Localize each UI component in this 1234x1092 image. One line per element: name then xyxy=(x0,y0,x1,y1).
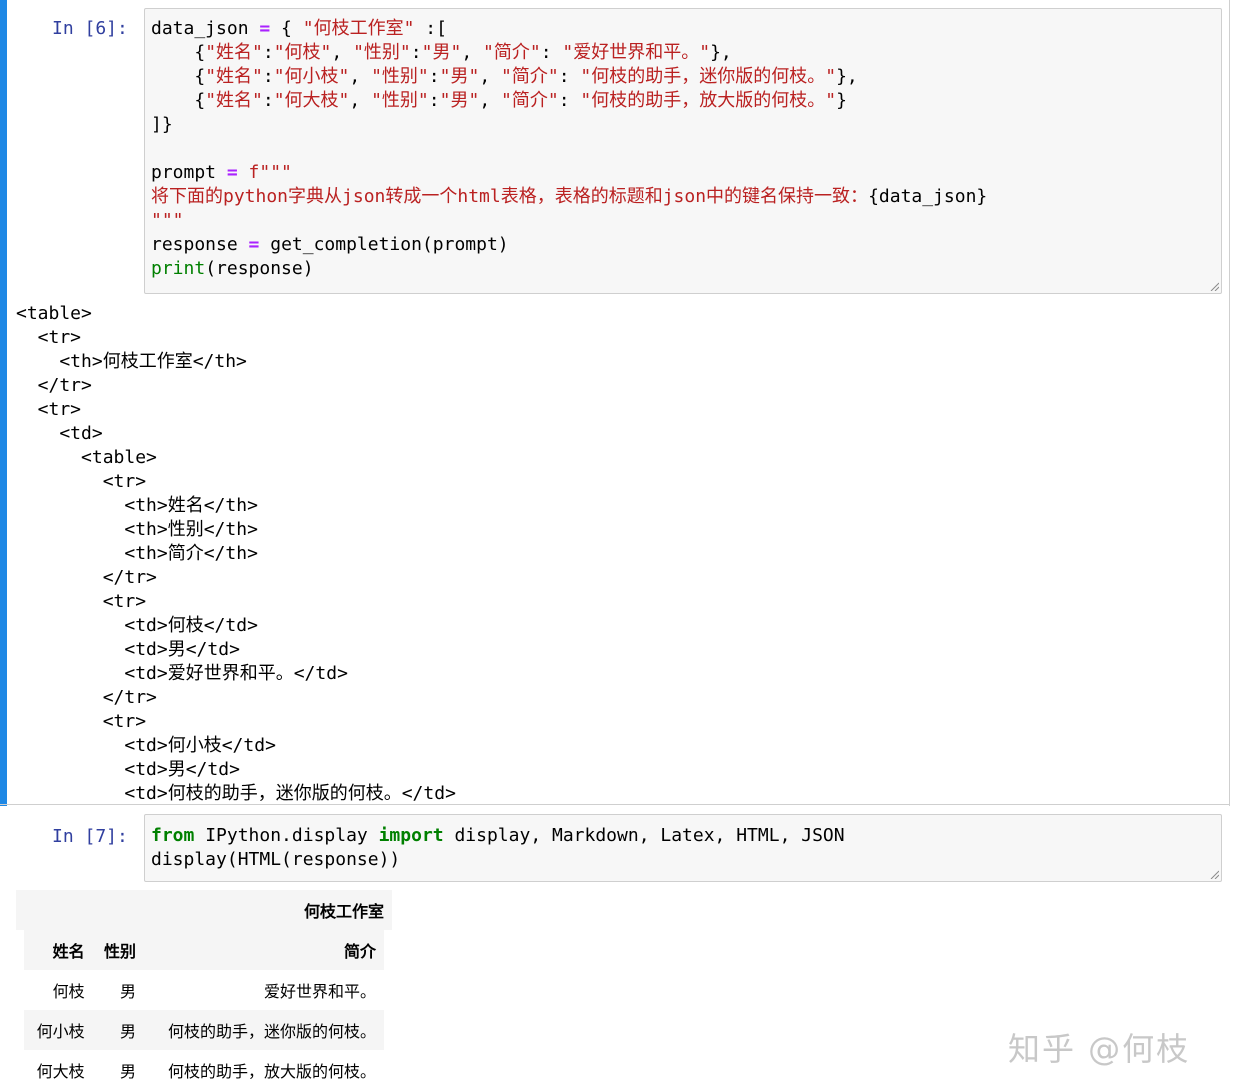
code-line: prompt = f""" xyxy=(151,162,292,183)
table-cell: 男 xyxy=(120,1062,137,1081)
table-cell: 何大枝 xyxy=(36,1062,85,1081)
column-header: 简介 xyxy=(343,942,376,961)
output-line: <tr> xyxy=(16,711,147,732)
zhihu-watermark: 知乎 @何枝 xyxy=(1008,1030,1191,1068)
cell-output: <table> <tr> <th>何枝工作室</th> </tr> <tr> <… xyxy=(16,302,1194,802)
output-line: <td>男</td> xyxy=(16,639,240,660)
output-line: <tr> xyxy=(16,471,147,492)
code-line: {"姓名":"何枝", "性别":"男", "简介": "爱好世界和平。"}, xyxy=(151,42,732,63)
table-row: 何枝 男 爱好世界和平。 xyxy=(24,970,384,1010)
code-line: ]} xyxy=(151,114,173,135)
resize-handle-icon[interactable] xyxy=(1209,281,1219,291)
input-prompt: In [7]: xyxy=(52,826,128,847)
input-prompt: In [6]: xyxy=(52,18,128,39)
table-cell: 男 xyxy=(120,1022,137,1041)
table-cell: 何枝 xyxy=(52,982,85,1001)
output-line: </tr> xyxy=(16,375,92,396)
cell-border-bottom xyxy=(0,804,1230,805)
column-header: 姓名 xyxy=(52,942,85,961)
code-line: """ xyxy=(151,210,184,231)
table-header-row: 姓名 性别 简介 xyxy=(24,930,384,970)
output-line: <th>性别</th> xyxy=(16,519,258,540)
resize-handle-icon[interactable] xyxy=(1209,869,1219,879)
column-header: 性别 xyxy=(104,942,137,961)
code-line: print(response) xyxy=(151,258,314,279)
table-row: 何小枝 男 何枝的助手，迷你版的何枝。 xyxy=(24,1010,384,1050)
table-title-row: 何枝工作室 xyxy=(16,890,392,930)
code-line: 将下面的python字典从json转成一个html表格，表格的标题和json中的… xyxy=(151,186,988,207)
output-line: <table> xyxy=(16,447,157,468)
rendered-html-table: 何枝工作室 姓名 性别 简介 何枝 男 爱好世界和平。 何小枝 男 何枝的助手，… xyxy=(16,890,392,1090)
code-cell-6[interactable]: In [6]: data_json = { "何枝工作室" :[ {"姓名":"… xyxy=(0,0,1234,806)
nested-table: 姓名 性别 简介 何枝 男 爱好世界和平。 何小枝 男 何枝的助手，迷你版的何枝… xyxy=(24,930,384,1090)
nested-table-cell: 姓名 性别 简介 何枝 男 爱好世界和平。 何小枝 男 何枝的助手，迷你版的何枝… xyxy=(16,930,392,1090)
output-line: <tr> xyxy=(16,327,82,348)
code-line: {"姓名":"何小枝", "性别":"男", "简介": "何枝的助手，迷你版的… xyxy=(151,66,858,87)
nested-table-row: 姓名 性别 简介 何枝 男 爱好世界和平。 何小枝 男 何枝的助手，迷你版的何枝… xyxy=(16,930,392,1090)
table-title: 何枝工作室 xyxy=(303,902,384,921)
selected-cell-indicator xyxy=(0,0,7,806)
code-line: display(HTML(response)) xyxy=(151,849,401,870)
table-cell: 爱好世界和平。 xyxy=(263,982,376,1001)
output-line: <td>何枝的助手，迷你版的何枝。</td> xyxy=(16,783,456,802)
output-line: <tr> xyxy=(16,591,147,612)
code-line: data_json = { "何枝工作室" :[ xyxy=(151,18,447,39)
code-line: from IPython.display import display, Mar… xyxy=(151,825,845,846)
code-editor[interactable]: data_json = { "何枝工作室" :[ {"姓名":"何枝", "性别… xyxy=(144,8,1222,294)
output-line: <td> xyxy=(16,423,103,444)
output-line: <th>何枝工作室</th> xyxy=(16,351,247,372)
output-line: <tr> xyxy=(16,399,82,420)
code-line: {"姓名":"何大枝", "性别":"男", "简介": "何枝的助手，放大版的… xyxy=(151,90,847,111)
table-cell: 男 xyxy=(120,982,137,1001)
cell-border-right xyxy=(1229,0,1230,806)
table-row: 何大枝 男 何枝的助手，放大版的何枝。 xyxy=(24,1050,384,1090)
output-line: <td>爱好世界和平。</td> xyxy=(16,663,348,684)
output-line: <th>姓名</th> xyxy=(16,495,258,516)
output-line: <table> xyxy=(16,303,92,324)
output-line: </tr> xyxy=(16,567,157,588)
table-cell: 何枝的助手，迷你版的何枝。 xyxy=(167,1022,376,1041)
output-line: <td>何小枝</td> xyxy=(16,735,276,756)
table-cell: 何小枝 xyxy=(36,1022,85,1041)
table-cell: 何枝的助手，放大版的何枝。 xyxy=(167,1062,376,1081)
output-line: </tr> xyxy=(16,687,157,708)
output-line: <th>简介</th> xyxy=(16,543,258,564)
output-line: <td>男</td> xyxy=(16,759,240,780)
code-editor[interactable]: from IPython.display import display, Mar… xyxy=(144,814,1222,882)
code-line: response = get_completion(prompt) xyxy=(151,234,509,255)
output-line: <td>何枝</td> xyxy=(16,615,258,636)
